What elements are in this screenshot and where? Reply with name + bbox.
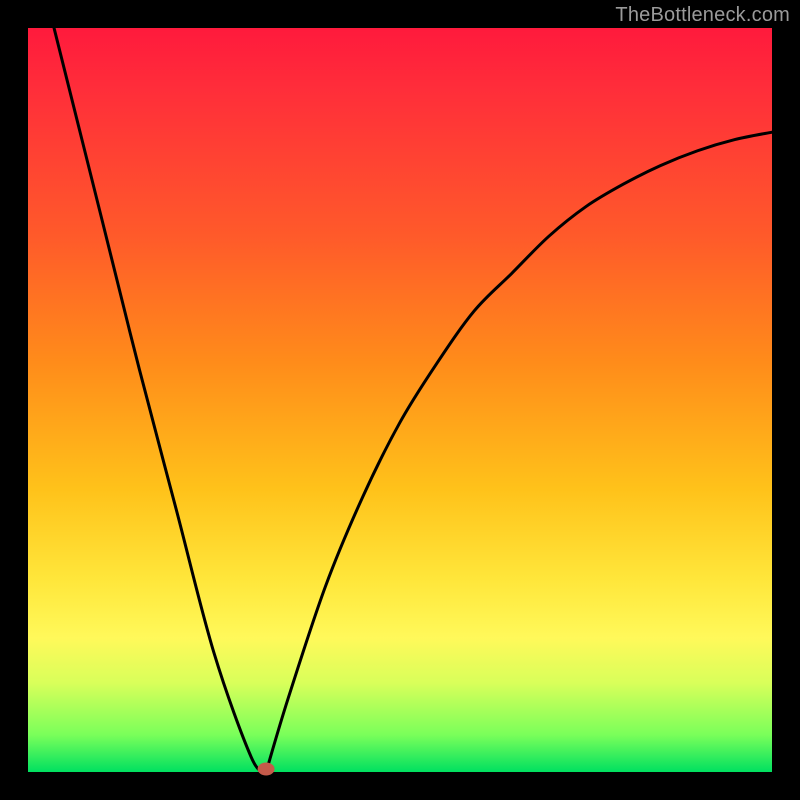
minimum-marker — [258, 763, 274, 775]
chart-frame: TheBottleneck.com — [0, 0, 800, 800]
curve-right-branch — [266, 132, 772, 772]
watermark-text: TheBottleneck.com — [615, 4, 790, 27]
bottleneck-curve — [28, 28, 772, 772]
curve-left-branch — [54, 28, 266, 772]
